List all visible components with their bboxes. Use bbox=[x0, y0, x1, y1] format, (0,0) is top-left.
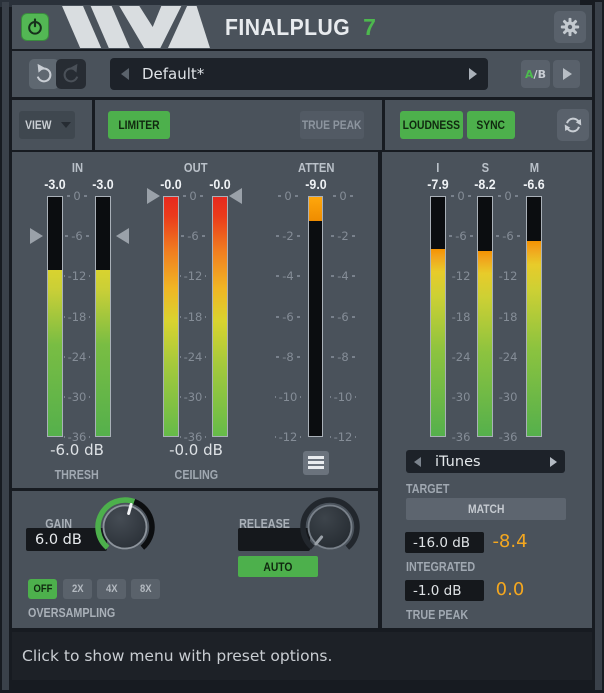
momentary-meter-label: M bbox=[514, 160, 554, 174]
view-label: VIEW bbox=[25, 118, 51, 132]
loudness-reset-button[interactable] bbox=[557, 109, 589, 141]
ceiling-caption: CEILING bbox=[146, 464, 246, 478]
integrated-meter-fill bbox=[431, 249, 445, 436]
ceiling-handle-right[interactable] bbox=[229, 188, 242, 204]
target-selector[interactable]: iTunes bbox=[406, 450, 565, 473]
true-peak-toggle[interactable]: TRUE PEAK bbox=[300, 111, 364, 139]
atten-meter-fill bbox=[309, 197, 322, 221]
threshold-handle-left[interactable] bbox=[30, 228, 43, 244]
shortterm-meter-label: S bbox=[465, 160, 505, 174]
window-frame-right bbox=[595, 2, 602, 690]
release-label: RELEASE bbox=[234, 513, 295, 527]
oversampling-8x-button[interactable]: 8X bbox=[131, 579, 160, 599]
undo-icon bbox=[33, 63, 55, 85]
ceiling-handle-zone bbox=[147, 196, 242, 437]
threshold-caption: THRESH bbox=[27, 464, 127, 478]
title-version: 7 bbox=[363, 14, 376, 41]
threshold-handle-zone bbox=[30, 196, 129, 437]
threshold-handle-right[interactable] bbox=[116, 228, 129, 244]
oversampling-caption: OVERSAMPLING bbox=[28, 602, 129, 621]
ceiling-readout[interactable]: -0.0 dB bbox=[146, 441, 246, 459]
redo-icon bbox=[60, 63, 82, 85]
power-button[interactable] bbox=[21, 13, 49, 41]
shortterm-meter-fill bbox=[478, 251, 492, 436]
plugin-window: FINALPLUG 7 bbox=[0, 0, 604, 693]
toolbar-loudness-section: LOUDNESS SYNC bbox=[385, 100, 592, 150]
gear-icon bbox=[559, 16, 581, 38]
preset-bar: Default* A/B bbox=[12, 51, 592, 97]
oversampling-2x-button[interactable]: 2X bbox=[63, 579, 92, 599]
view-dropdown[interactable]: VIEW bbox=[19, 111, 75, 139]
loudness-scale-left: 0-6-12-18-24-30-36 bbox=[446, 196, 476, 437]
integrated-caption: INTEGRATED bbox=[406, 556, 486, 575]
preset-next-icon[interactable] bbox=[469, 68, 477, 80]
target-caption: TARGET bbox=[406, 478, 456, 497]
out-meter-label: OUT bbox=[156, 160, 236, 174]
momentary-meter-bar bbox=[526, 196, 542, 437]
status-text: Click to show menu with preset options. bbox=[22, 647, 332, 665]
chevron-down-icon bbox=[61, 122, 71, 128]
ab-b-label: /B bbox=[534, 68, 546, 81]
threshold-readout[interactable]: -6.0 dB bbox=[27, 441, 127, 459]
loudness-panel: I S M -7.9 -8.2 -6.6 0-6-12-18-24-30-36 … bbox=[382, 152, 592, 628]
integrated-meter-bar bbox=[430, 196, 446, 437]
ceiling-handle-left[interactable] bbox=[147, 188, 160, 204]
window-frame-left bbox=[2, 2, 9, 690]
toolbar-limiter-section: LIMITER TRUE PEAK bbox=[95, 100, 382, 150]
target-name: iTunes bbox=[435, 454, 481, 470]
loudness-toggle[interactable]: LOUDNESS bbox=[400, 111, 463, 139]
atten-menu-button[interactable] bbox=[303, 451, 329, 475]
ab-a-label: A bbox=[525, 68, 534, 81]
refresh-icon bbox=[562, 114, 584, 136]
atten-scale-left: 0-2-4-6-8-10-12 bbox=[272, 196, 304, 437]
gain-release-panel: GAIN 6.0 dB RELEASE bbox=[12, 491, 378, 628]
auto-release-toggle[interactable]: AUTO bbox=[238, 556, 318, 577]
gain-label: GAIN bbox=[29, 513, 89, 527]
loudness-scale-right: 0-6-12-18-24-30-36 bbox=[493, 196, 523, 437]
preset-name: Default* bbox=[142, 65, 204, 83]
atten-meter-bar bbox=[308, 196, 323, 437]
integrated-live-value: -8.4 bbox=[480, 531, 540, 552]
settings-button[interactable] bbox=[554, 11, 586, 43]
preset-play-button[interactable] bbox=[553, 60, 580, 88]
status-bar[interactable]: Click to show menu with preset options. bbox=[12, 632, 592, 680]
oversampling-off-button[interactable]: OFF bbox=[28, 579, 57, 599]
match-button[interactable]: MATCH bbox=[406, 498, 566, 520]
release-knob[interactable] bbox=[298, 495, 362, 559]
title-text: FINALPLUG bbox=[225, 14, 350, 41]
integrated-target-field[interactable]: -16.0 dB bbox=[405, 532, 484, 553]
play-icon bbox=[563, 68, 572, 80]
toolbar: VIEW LIMITER TRUE PEAK LOUDNESS SYNC bbox=[12, 100, 592, 150]
redo-button[interactable] bbox=[56, 59, 86, 89]
true-peak-live-value: 0.0 bbox=[480, 579, 540, 600]
hamburger-icon bbox=[308, 456, 324, 459]
atten-meter-label: ATTEN bbox=[276, 160, 356, 174]
true-peak-caption: TRUE PEAK bbox=[406, 604, 478, 623]
header-bar: FINALPLUG 7 bbox=[12, 5, 592, 49]
momentary-meter-fill bbox=[527, 241, 541, 436]
limiter-toggle[interactable]: LIMITER bbox=[108, 111, 170, 139]
target-prev-icon[interactable] bbox=[414, 457, 421, 467]
power-icon bbox=[25, 17, 45, 37]
toolbar-view-section: VIEW bbox=[12, 100, 92, 150]
sync-toggle[interactable]: SYNC bbox=[467, 111, 515, 139]
ab-compare-button[interactable]: A/B bbox=[521, 60, 550, 88]
plugin-title: FINALPLUG 7 bbox=[225, 14, 376, 41]
wave-arts-logo bbox=[61, 6, 211, 48]
integrated-meter-label: I bbox=[418, 160, 458, 174]
target-next-icon[interactable] bbox=[550, 457, 557, 467]
preset-selector[interactable]: Default* bbox=[110, 58, 488, 90]
atten-scale-right: 0-2-4-6-8-10-12 bbox=[327, 196, 359, 437]
shortterm-meter-bar bbox=[477, 196, 493, 437]
in-meter-label: IN bbox=[37, 160, 117, 174]
undo-button[interactable] bbox=[29, 59, 59, 89]
limiter-meters-panel: IN -3.0 -3.0 0-6-12-18-24-30-36 -6.0 dB … bbox=[12, 152, 378, 488]
gain-knob[interactable] bbox=[93, 495, 157, 559]
oversampling-4x-button[interactable]: 4X bbox=[97, 579, 126, 599]
preset-prev-icon[interactable] bbox=[121, 68, 129, 80]
true-peak-target-field[interactable]: -1.0 dB bbox=[405, 580, 484, 601]
